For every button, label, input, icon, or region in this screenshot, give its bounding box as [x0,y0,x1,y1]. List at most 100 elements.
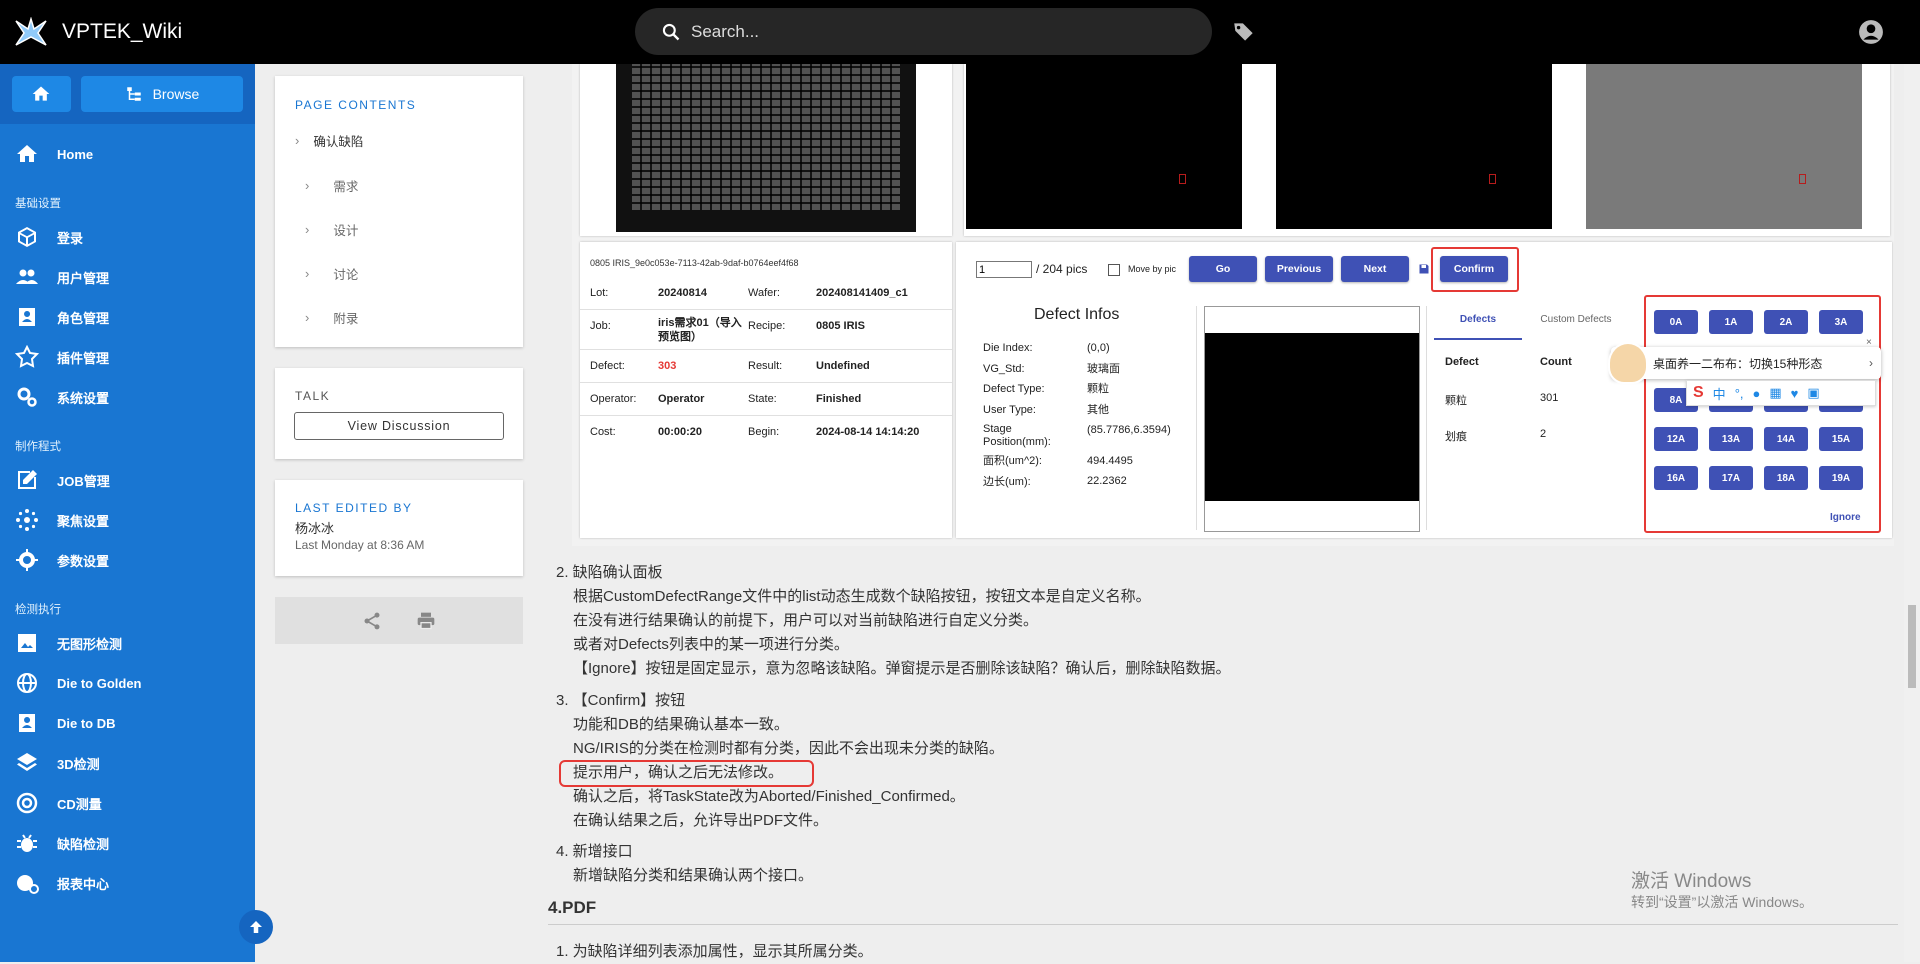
info-row: Operator: Operator State: Finished [580,383,952,416]
highlight-confirm [1431,247,1519,292]
tags-icon[interactable] [1231,19,1257,45]
defect-class-button[interactable]: 12A [1654,427,1698,451]
sidebar-item-plugins[interactable]: 插件管理 [0,337,255,377]
defect-class-button[interactable]: 13A [1709,427,1753,451]
home-button[interactable] [12,76,71,112]
go-button[interactable]: Go [1189,256,1257,282]
defect-row-name[interactable]: 划痕 [1445,428,1467,444]
info-key: Result: [748,360,783,372]
sidebar-item-nopattern[interactable]: 无图形检测 [0,623,255,663]
shirt-icon[interactable]: ♥ [1791,386,1799,401]
defect-class-button[interactable]: 18A [1764,466,1808,490]
report-icon [17,875,39,894]
defect-class-button[interactable]: 15A [1819,427,1863,451]
defect-class-button[interactable]: 17A [1709,466,1753,490]
sidebar-item-focus[interactable]: 聚焦设置 [0,500,255,540]
sidebar-item-die-golden[interactable]: Die to Golden [0,663,255,703]
sidebar-item-die-db[interactable]: Die to DB [0,703,255,743]
defect-row-name[interactable]: 颗粒 [1445,392,1467,408]
defect-class-button[interactable]: 1A [1709,310,1753,334]
sidebar-item-label: 聚焦设置 [57,513,110,529]
toc-label: 讨论 [333,268,359,282]
sidebar-item-label: 登录 [57,230,84,246]
toc-item[interactable]: › 附录 [305,308,358,327]
defect-class-button[interactable]: 16A [1654,466,1698,490]
ime-mode[interactable]: 中 [1713,384,1726,403]
view-discussion-button[interactable]: View Discussion [294,412,504,440]
sidebar-item-label: Home [57,146,94,162]
page-input[interactable] [976,261,1032,278]
info-key: Begin: [748,426,780,438]
tab-custom-defects[interactable]: Custom Defects [1526,314,1626,325]
print-icon[interactable] [416,611,436,631]
info-row: Defect: 303 Result: Undefined [580,350,952,383]
chevron-right-icon: › [295,133,300,148]
info-row: Lot: 20240814 Wafer: 202408141409_c1 [580,277,952,310]
sidebar-item-3d[interactable]: 3D检测 [0,743,255,783]
close-icon[interactable]: × [1866,337,1877,348]
sidebar: Browse Home 基础设置 登录 用户管理 角色管理 插件管理 系统设置 … [0,64,255,962]
brand[interactable]: VPTEK_Wiki [14,0,182,64]
grid-icon[interactable]: ▣ [1807,385,1819,401]
sidebar-item-job[interactable]: JOB管理 [0,460,255,500]
last-edited-title: LAST EDITED BY [295,501,413,515]
save-icon[interactable] [1418,263,1430,275]
search-input[interactable] [691,21,1171,42]
sidebar-item-roles[interactable]: 角色管理 [0,297,255,337]
toc-item[interactable]: › 讨论 [305,264,358,283]
sidebar-item-login[interactable]: 登录 [0,217,255,257]
search-bar[interactable] [635,8,1212,55]
info-value: 20240814 [658,287,707,299]
sidebar-item-label: 3D检测 [57,756,100,772]
nav-section-program: 制作程式 [15,441,61,453]
previous-button[interactable]: Previous [1265,256,1333,282]
edit-icon [18,470,37,489]
info-value: Operator [658,393,705,405]
scroll-top-button[interactable] [239,910,273,944]
ime-popup[interactable]: 桌面养一二布布：切换15种形态 › [1611,347,1881,379]
sidebar-item-report[interactable]: 报表中心 [0,863,255,903]
info-row: Job: iris需求01（导入预览图） Recipe: 0805 IRIS [580,310,952,350]
doc-line: 确认之后，将TaskState改为Aborted/Finished_Confir… [573,788,965,805]
section-2: 2. 缺陷确认面板 根据CustomDefectRange文件中的list动态生… [556,561,1231,681]
share-icon[interactable] [362,611,382,631]
ignore-button[interactable]: Ignore [1830,512,1861,523]
sidebar-top: Browse [0,64,255,124]
defect-info-value: (85.7786,6.3594) [1087,424,1171,436]
browse-button[interactable]: Browse [80,76,243,112]
badge-icon [19,308,35,326]
keyboard-icon[interactable]: ▦ [1769,385,1781,401]
tab-defects[interactable]: Defects [1434,314,1522,325]
info-value: iris需求01（导入预览图） [658,317,742,343]
sidebar-item-users[interactable]: 用户管理 [0,257,255,297]
next-button[interactable]: Next [1341,256,1409,282]
mic-icon[interactable]: ● [1753,386,1761,401]
move-by-pic-checkbox[interactable] [1108,264,1120,276]
sidebar-item-label: JOB管理 [57,473,110,489]
sidebar-item-home[interactable]: Home [0,134,255,174]
toc-item[interactable]: › 设计 [305,220,358,239]
info-value: 0805 IRIS [816,320,865,332]
sidebar-item-cd[interactable]: CD测量 [0,783,255,823]
scrollbar-thumb[interactable] [1908,605,1916,688]
defect-info-value: 494.4495 [1087,454,1133,467]
toc-item[interactable]: › 需求 [305,176,358,195]
defect-info-value: 其他 [1087,403,1109,416]
defect-control-panel: / 204 pics Move by pic Go Previous Next … [956,242,1892,538]
nav-section-inspection: 检测执行 [15,604,61,616]
defect-class-button[interactable]: 3A [1819,310,1863,334]
sidebar-item-settings[interactable]: 系统设置 [0,377,255,417]
punctuation-icon[interactable]: °, [1735,386,1744,401]
account-icon[interactable] [1858,19,1884,45]
sidebar-item-params[interactable]: 参数设置 [0,540,255,580]
sidebar-item-defect[interactable]: 缺陷检测 [0,823,255,863]
defect-class-button[interactable]: 19A [1819,466,1863,490]
ime-toolbar[interactable]: S 中 °, ● ▦ ♥ ▣ [1686,380,1876,406]
page-contents-title: PAGE CONTENTS [295,98,417,112]
logo-icon [15,17,47,46]
defect-class-button[interactable]: 14A [1764,427,1808,451]
toc-item-root[interactable]: › 确认缺陷 [295,131,363,150]
defect-class-button[interactable]: 0A [1654,310,1698,334]
defect-class-button[interactable]: 2A [1764,310,1808,334]
scrollbar[interactable] [1904,64,1920,962]
